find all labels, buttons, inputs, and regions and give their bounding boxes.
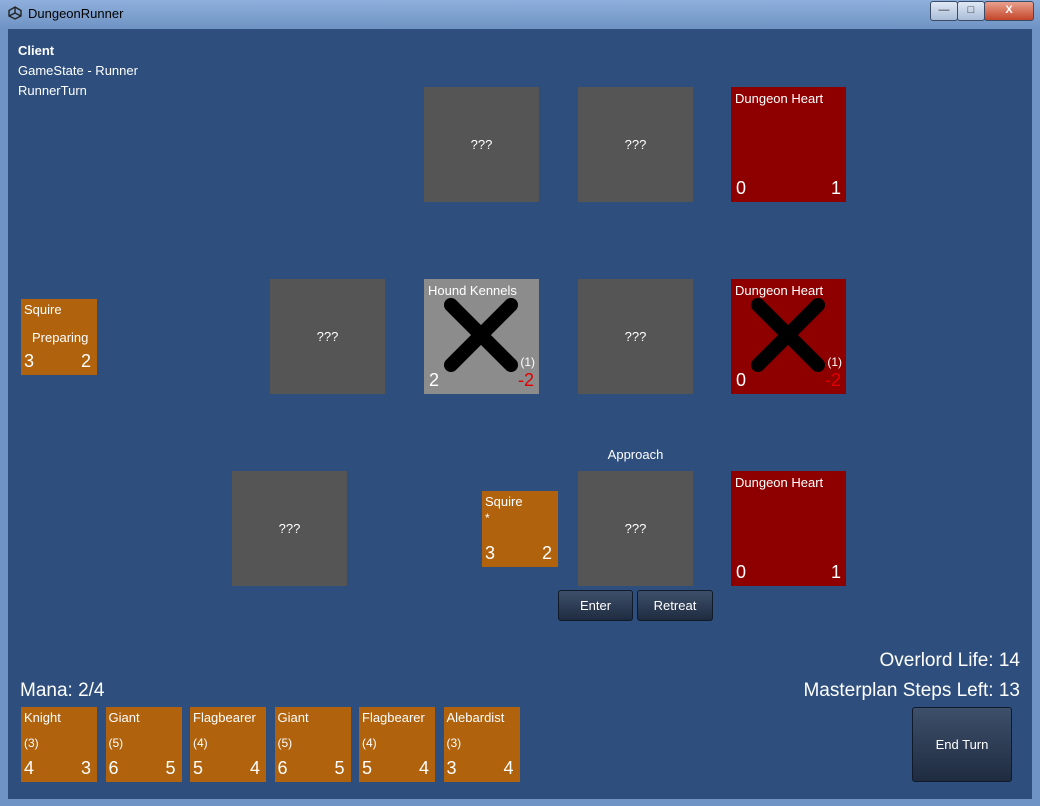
room-name: Dungeon Heart	[735, 475, 824, 490]
room-unknown[interactable]: ???	[578, 87, 693, 202]
card-left-stat: 5	[193, 758, 204, 778]
room-name: Dungeon Heart	[735, 91, 824, 106]
card-left-stat: 5	[362, 758, 373, 778]
room-left-stat: 0	[736, 178, 747, 198]
hand-card[interactable]: Knight (3) 4 3	[21, 707, 97, 782]
window-titlebar: DungeonRunner — □ X	[0, 0, 1040, 28]
card-cost: (3)	[446, 736, 462, 750]
room-left-stat: 0	[736, 562, 747, 582]
card-status: Preparing	[32, 330, 89, 345]
card-right-stat: 2	[80, 351, 91, 371]
window-title: DungeonRunner	[28, 6, 124, 21]
card-right-stat: 5	[165, 758, 176, 778]
card-name: Squire	[24, 302, 62, 317]
room-right-stat: -2	[517, 370, 534, 390]
card-cost: (5)	[277, 736, 293, 750]
card-cost: (3)	[24, 736, 39, 750]
overlord-life-label: Overlord Life: 14	[879, 650, 1020, 671]
card-right-stat: 4	[503, 758, 514, 778]
game-state-label: GameState - Runner	[18, 63, 138, 78]
client-label: Client	[18, 43, 55, 58]
room-right-stat: 1	[830, 562, 841, 582]
room-right-stat: 1	[830, 178, 841, 198]
room-unknown-label: ???	[624, 521, 647, 536]
room-unknown-label: ???	[278, 521, 301, 536]
hand-card[interactable]: Flagbearer (4) 5 4	[190, 707, 266, 782]
card-left-stat: 6	[277, 758, 288, 778]
card-name: Knight	[24, 710, 61, 725]
room-unknown-label: ???	[470, 137, 493, 152]
approach-label: Approach	[607, 447, 664, 462]
card-name: Alebardist	[446, 710, 505, 725]
room-unknown[interactable]: ???	[578, 279, 693, 394]
hand-card[interactable]: Giant (5) 6 5	[274, 707, 351, 782]
room-unknown-label: ???	[624, 329, 647, 344]
card-left-stat: 4	[24, 758, 35, 778]
x-mark-icon	[751, 298, 825, 372]
hand-card[interactable]: Flagbearer (4) 5 4	[359, 707, 435, 782]
mana-label: Mana: 2/4	[20, 680, 105, 701]
turn-label: RunnerTurn	[18, 83, 87, 98]
masterplan-steps-label: Masterplan Steps Left: 13	[803, 680, 1020, 701]
card-left-stat: 3	[446, 758, 457, 778]
card-right-stat: 5	[334, 758, 345, 778]
card-name: Giant	[277, 710, 309, 725]
room-unknown-label: ???	[316, 329, 339, 344]
card-cost: (5)	[108, 736, 124, 750]
room-left-stat: 0	[736, 370, 747, 390]
room-unknown-label: ???	[624, 137, 647, 152]
room-left-stat: 2	[429, 370, 440, 390]
dungeon-heart-room[interactable]: Dungeon Heart (1) 0 -2	[731, 279, 846, 394]
minimize-button[interactable]: —	[930, 1, 958, 21]
card-name: Flagbearer	[362, 710, 425, 725]
hand-card[interactable]: Alebardist (3) 3 4	[443, 707, 520, 782]
room-unknown[interactable]: ???	[232, 471, 347, 586]
card-right-stat: 4	[418, 758, 429, 778]
dungeon-heart-room[interactable]: Dungeon Heart 0 1	[731, 87, 846, 202]
preparing-squire-card[interactable]: Squire Preparing 3 2	[21, 299, 97, 375]
dungeon-heart-room[interactable]: Dungeon Heart 0 1	[731, 471, 846, 586]
card-right-stat: 2	[541, 543, 552, 563]
card-mark: *	[485, 511, 490, 525]
hound-kennels-room[interactable]: Hound Kennels (1) 2 -2	[424, 279, 539, 394]
unity-icon	[8, 6, 22, 20]
window-frame-bottom	[0, 799, 1040, 806]
x-mark-icon	[444, 298, 518, 372]
room-right-stat: -2	[824, 370, 841, 390]
card-right-stat: 3	[80, 758, 91, 778]
runner-squire-card[interactable]: Squire * 3 2	[482, 491, 558, 567]
card-left-stat: 6	[108, 758, 119, 778]
game-viewport: Client GameState - Runner RunnerTurn ???…	[8, 29, 1032, 799]
hand-card[interactable]: Giant (5) 6 5	[105, 707, 182, 782]
room-unknown[interactable]: ???	[270, 279, 385, 394]
enter-button[interactable]: Enter	[558, 590, 633, 621]
room-extra: (1)	[520, 355, 535, 369]
room-unknown[interactable]: ???	[578, 471, 693, 586]
retreat-button[interactable]: Retreat	[637, 590, 713, 621]
card-right-stat: 4	[249, 758, 260, 778]
close-button[interactable]: X	[984, 1, 1034, 21]
room-unknown[interactable]: ???	[424, 87, 539, 202]
card-cost: (4)	[362, 736, 377, 750]
card-left-stat: 3	[24, 351, 35, 371]
room-extra: (1)	[827, 355, 842, 369]
card-name: Giant	[108, 710, 140, 725]
card-name: Flagbearer	[193, 710, 256, 725]
card-left-stat: 3	[485, 543, 496, 563]
card-cost: (4)	[193, 736, 208, 750]
maximize-button[interactable]: □	[957, 1, 985, 21]
end-turn-button[interactable]: End Turn	[912, 707, 1012, 782]
card-name: Squire	[485, 494, 523, 509]
